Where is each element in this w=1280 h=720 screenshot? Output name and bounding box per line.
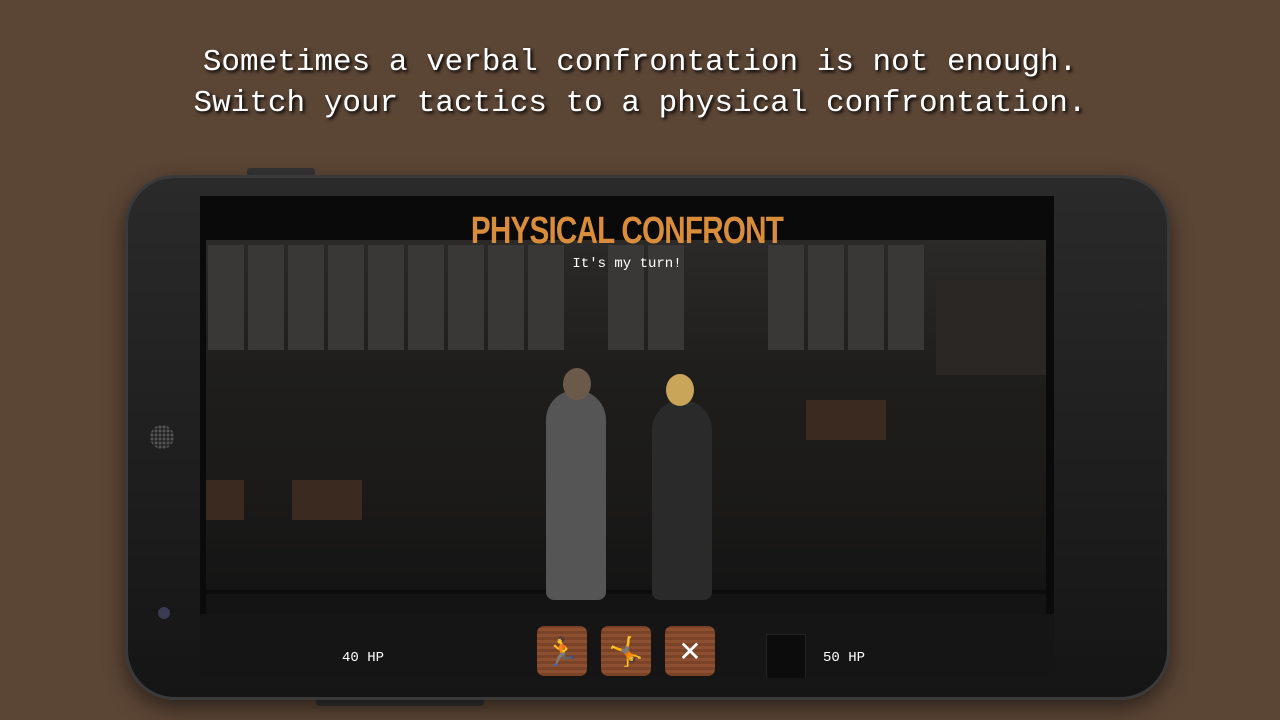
- caption-line-1: Sometimes a verbal confrontation is not …: [202, 45, 1078, 80]
- dodge-button[interactable]: 🏃: [537, 626, 587, 676]
- phone-camera: [158, 607, 170, 619]
- opponent-fighter: [652, 400, 712, 600]
- game-screen: PHYSICAL CONFRONT It's my turn! 40 HP 50…: [200, 196, 1054, 678]
- phone-speaker: [150, 425, 174, 449]
- player-fighter: [546, 390, 606, 600]
- opponent-hp: 50 HP: [823, 650, 866, 666]
- promo-caption: Sometimes a verbal confrontation is not …: [0, 42, 1280, 124]
- running-figure-icon: 🏃: [544, 634, 580, 668]
- cancel-button[interactable]: ✕: [665, 626, 715, 676]
- office-background: [206, 240, 1046, 660]
- kicking-figure-icon: 🤸: [608, 634, 644, 668]
- turn-status: It's my turn!: [572, 256, 682, 272]
- close-icon: ✕: [678, 634, 702, 668]
- kick-button[interactable]: 🤸: [601, 626, 651, 676]
- game-title: PHYSICAL CONFRONT: [470, 210, 784, 252]
- caption-line-2: Switch your tactics to a physical confro…: [193, 86, 1087, 121]
- player-hp: 40 HP: [342, 650, 385, 666]
